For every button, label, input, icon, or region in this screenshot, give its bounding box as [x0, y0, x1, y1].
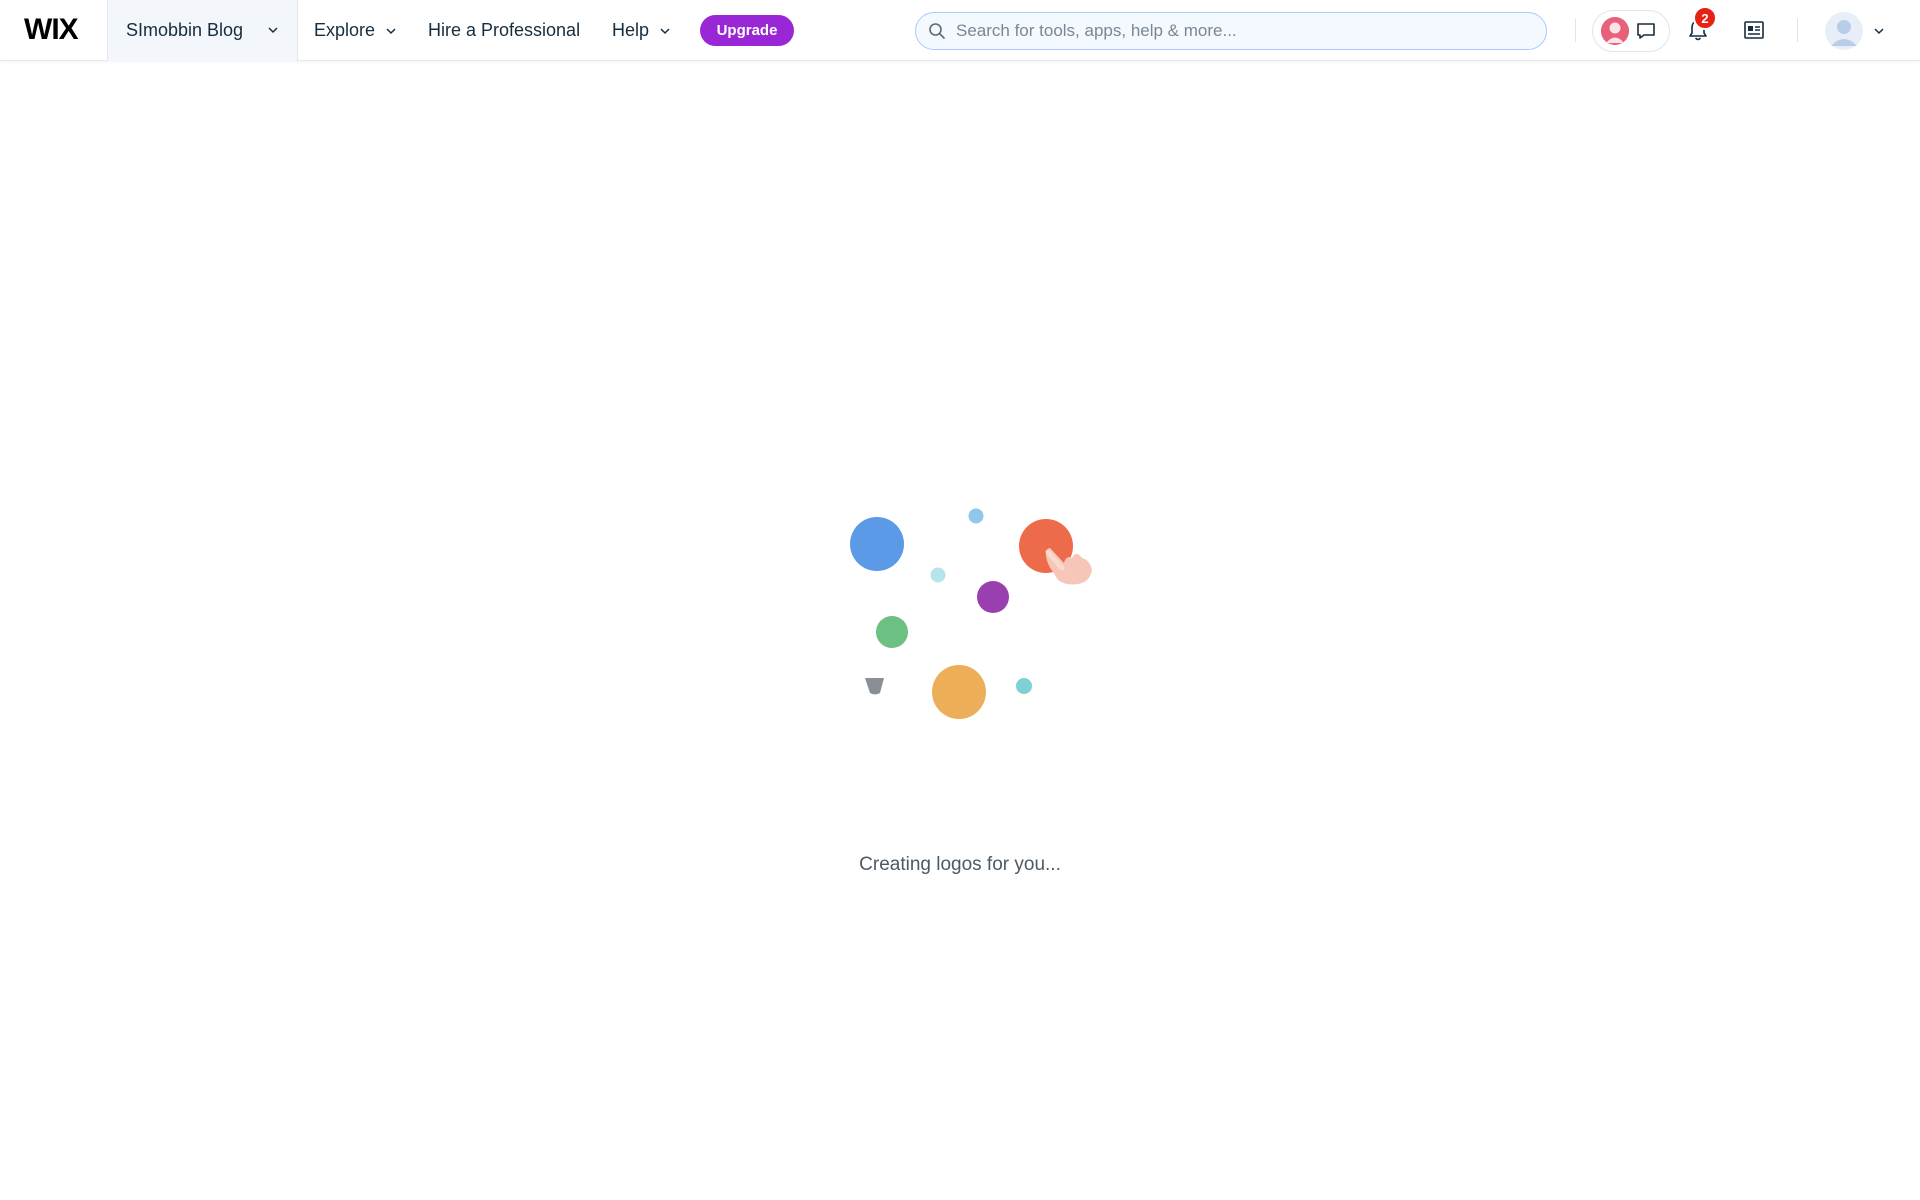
nav-hire-label: Hire a Professional — [428, 20, 581, 40]
chevron-down-icon — [1874, 28, 1884, 35]
divider — [1797, 18, 1798, 42]
loader-dot-purple — [977, 581, 1009, 613]
inbox-button[interactable] — [1592, 10, 1670, 52]
loader-dot-blue — [850, 517, 904, 571]
nav-explore[interactable]: Explore — [314, 0, 397, 61]
news-button[interactable] — [1739, 15, 1769, 45]
user-avatar-icon — [1825, 12, 1863, 50]
loader-dot-lightblue — [968, 508, 984, 524]
nav-help[interactable]: Help — [612, 0, 671, 61]
chevron-down-icon — [268, 27, 278, 34]
wix-logo[interactable]: WIX — [24, 15, 79, 45]
divider — [1575, 18, 1576, 42]
contact-avatar-icon — [1601, 17, 1629, 45]
loading-message: Creating logos for you... — [859, 854, 1061, 875]
loader-dot-paleteal — [930, 567, 946, 583]
chat-icon — [1637, 23, 1655, 39]
top-bar: WIX SImobbin Blog Explore Hire a Profess… — [0, 0, 1920, 61]
upgrade-button[interactable]: Upgrade — [700, 15, 794, 46]
site-name: SImobbin Blog — [126, 20, 244, 40]
loader-dot-green — [876, 616, 908, 648]
loader-dot-teal — [1016, 678, 1032, 694]
search-input[interactable] — [956, 21, 1516, 41]
nav-explore-label: Explore — [314, 20, 376, 40]
loader-cup-shape — [865, 678, 884, 695]
chevron-down-icon — [386, 27, 396, 34]
account-menu[interactable] — [1825, 10, 1895, 52]
site-selector[interactable]: SImobbin Blog — [107, 0, 298, 61]
loading-animation — [850, 508, 1092, 719]
nav-help-label: Help — [612, 20, 650, 40]
nav-hire-professional[interactable]: Hire a Professional — [428, 0, 580, 61]
notifications-badge: 2 — [1693, 6, 1717, 30]
search-icon — [929, 23, 945, 39]
news-icon — [1744, 21, 1764, 39]
search-bar[interactable] — [915, 12, 1547, 50]
chevron-down-icon — [660, 27, 670, 34]
loader-dot-orange — [932, 665, 986, 719]
